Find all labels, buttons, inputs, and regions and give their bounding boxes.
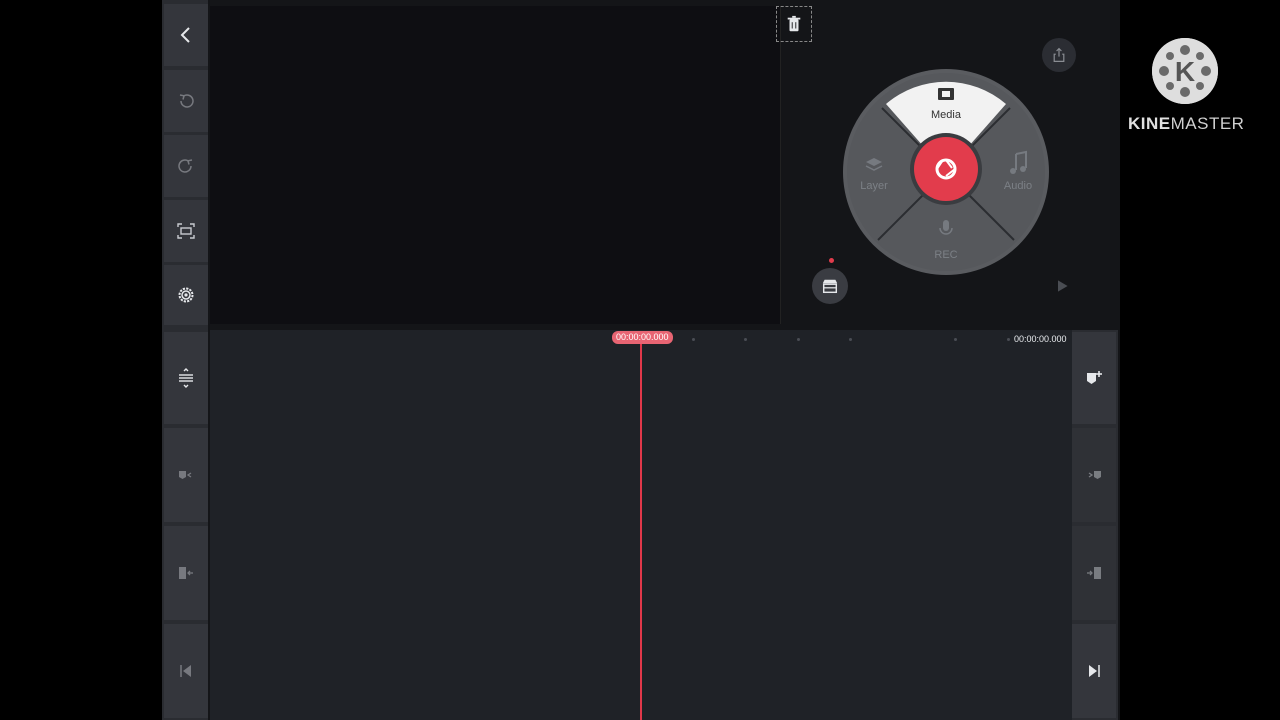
video-preview[interactable] xyxy=(210,6,781,324)
capture-frame-button[interactable] xyxy=(164,200,208,262)
frame-capture-icon xyxy=(177,223,195,239)
timeline-tick xyxy=(849,338,852,341)
back-button[interactable] xyxy=(164,4,208,66)
skip-to-end-button[interactable] xyxy=(1072,624,1116,718)
total-time-label: 00:00:00.000 xyxy=(1014,334,1067,344)
trash-icon xyxy=(787,15,801,32)
current-time-badge: 00:00:00.000 xyxy=(612,331,673,344)
skip-end-icon xyxy=(1089,665,1100,677)
expand-timeline-button[interactable] xyxy=(164,332,208,424)
share-button[interactable] xyxy=(1042,38,1076,72)
bookmark-left-icon xyxy=(179,471,192,479)
play-icon xyxy=(1058,280,1068,292)
timeline-tick xyxy=(692,338,695,341)
bookmark-prev-button[interactable] xyxy=(164,428,208,522)
chevron-left-icon xyxy=(180,27,190,43)
audio-button[interactable]: Audio xyxy=(988,180,1048,192)
rec-button[interactable]: REC xyxy=(916,249,976,261)
expand-vertical-icon xyxy=(179,368,193,388)
trim-right-icon xyxy=(1087,567,1101,579)
timeline-tick xyxy=(1007,338,1010,341)
playhead[interactable] xyxy=(640,342,642,720)
redo-icon xyxy=(178,159,193,173)
bookmark-right-icon xyxy=(1088,471,1101,479)
store-icon xyxy=(822,279,838,294)
notification-dot xyxy=(829,258,834,263)
app-window: Media Layer Audio REC 00:00:00.000 00:00… xyxy=(162,0,1120,720)
delete-button[interactable] xyxy=(776,6,812,42)
undo-button[interactable] xyxy=(164,70,208,132)
undo-icon xyxy=(179,94,194,108)
right-timeline-toolbar xyxy=(1072,330,1118,720)
bookmark-add-icon xyxy=(1087,371,1102,384)
share-icon xyxy=(1053,47,1065,62)
skip-to-start-button[interactable] xyxy=(164,624,208,718)
timeline-tick xyxy=(797,338,800,341)
kinemaster-logo: K KINEMASTER xyxy=(1128,38,1244,138)
logo-reel-icon: K xyxy=(1152,38,1218,104)
media-wheel: Media Layer Audio REC xyxy=(842,68,1050,276)
gear-icon xyxy=(178,287,194,303)
add-bookmark-button[interactable] xyxy=(1072,332,1116,424)
svg-text:K: K xyxy=(1175,56,1195,87)
bookmark-next-button[interactable] xyxy=(1072,428,1116,522)
play-button[interactable] xyxy=(1048,272,1076,300)
logo-wordmark: KINEMASTER xyxy=(1128,114,1245,133)
left-toolbar xyxy=(162,0,208,720)
asset-store-button[interactable] xyxy=(812,268,848,304)
settings-button[interactable] xyxy=(164,265,208,325)
timeline-tick xyxy=(744,338,747,341)
trim-left-icon xyxy=(179,567,193,579)
media-button[interactable]: Media xyxy=(916,109,976,121)
wheel-graphic xyxy=(843,69,1049,275)
redo-button[interactable] xyxy=(164,135,208,197)
trim-left-button[interactable] xyxy=(164,526,208,620)
timeline-tick xyxy=(954,338,957,341)
trim-right-button[interactable] xyxy=(1072,526,1116,620)
skip-start-icon xyxy=(180,665,191,677)
layer-button[interactable]: Layer xyxy=(844,180,904,192)
